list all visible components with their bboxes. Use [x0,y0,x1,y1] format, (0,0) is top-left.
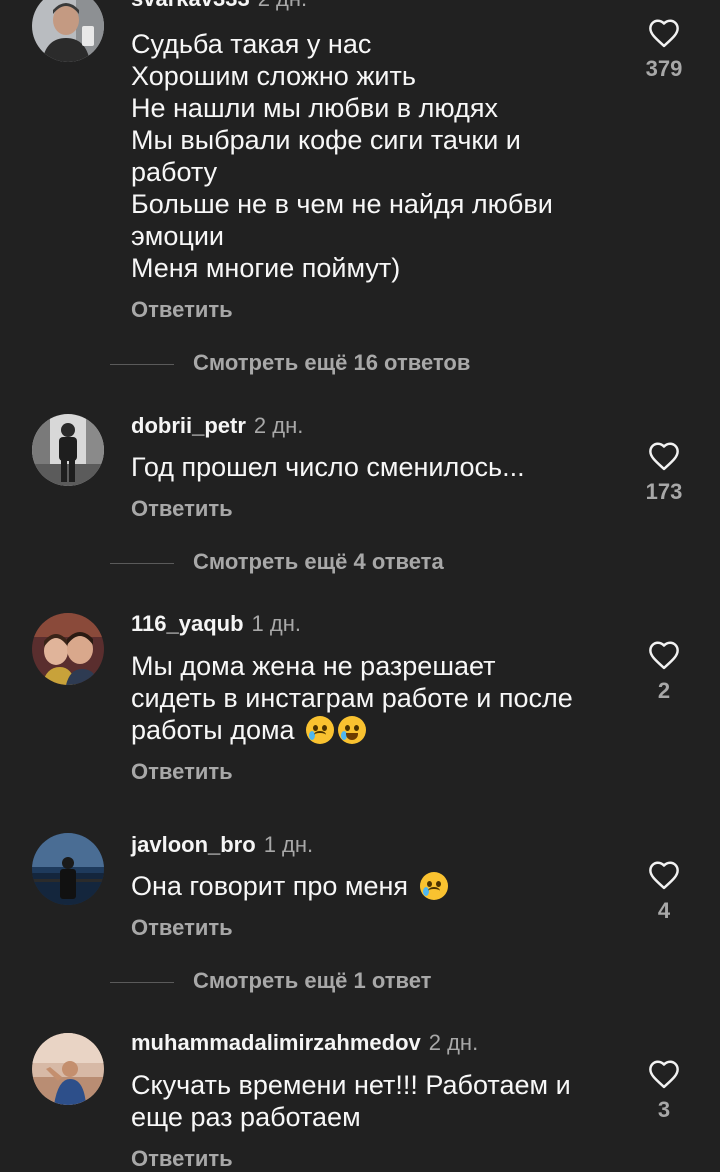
crying-face-emoji [306,716,335,744]
comment-text: Год прошел число сменилось... [131,452,525,482]
like-button[interactable]: 173 [628,441,700,505]
like-count: 4 [657,898,671,923]
avatar[interactable] [32,0,104,62]
comment-meta: dobrii_petr 2 дн. [131,413,303,439]
avatar[interactable] [32,833,104,905]
username[interactable]: javloon_bro [131,832,256,857]
comment-meta: javloon_bro 1 дн. [131,832,313,858]
reply-button[interactable]: Ответить [131,496,233,522]
username[interactable]: svarkav333 [131,0,250,11]
like-button[interactable]: 379 [628,18,700,82]
comment-text: Скучать времени нет!!! Работаем и еще ра… [131,1070,571,1132]
view-more-replies[interactable]: Смотреть ещё 1 ответ [110,968,590,996]
like-count: 2 [657,678,671,703]
heart-outline-icon [649,1060,679,1089]
comment-text: Она говорит про меня [131,870,611,902]
divider-line [110,982,174,983]
reply-button[interactable]: Ответить [131,915,233,941]
avatar-photo [32,1033,104,1105]
comment-text: Мы дома жена не разрешает сидеть в инста… [131,651,573,745]
like-button[interactable]: 2 [628,640,700,704]
username[interactable]: 116_yaqub [131,611,244,636]
timestamp: 1 дн. [251,611,301,636]
reply-button[interactable]: Ответить [131,297,233,323]
timestamp: 1 дн. [263,832,314,857]
avatar-photo [32,0,104,62]
avatar[interactable] [32,1033,104,1105]
view-more-replies[interactable]: Смотреть ещё 16 ответов [110,350,590,378]
reply-button[interactable]: Ответить [131,1146,233,1172]
comment-meta: muhammadalimirzahmedov 2 дн. [131,1030,478,1056]
like-count: 379 [645,56,683,81]
comment-meta: svarkav333 2 дн. [131,0,307,12]
like-button[interactable]: 3 [628,1059,700,1123]
heart-outline-icon [649,861,679,890]
view-more-replies[interactable]: Смотреть ещё 4 ответа [110,549,590,577]
heart-outline-icon [649,641,679,670]
comment-meta: 116_yaqub 1 дн. [131,611,301,637]
timestamp: 2 дн. [428,1030,479,1055]
avatar-photo [32,414,104,486]
avatar-photo [32,613,104,685]
divider-line [110,563,174,564]
crying-face-emoji [419,872,448,900]
avatar-photo [32,833,104,905]
like-count: 173 [645,479,683,504]
timestamp: 2 дн. [253,413,304,438]
reply-button[interactable]: Ответить [131,759,233,785]
username[interactable]: dobrii_petr [131,413,246,438]
heart-outline-icon [649,442,679,471]
comment-text: Судьба такая у нас Хорошим сложно жить Н… [131,29,553,283]
avatar[interactable] [32,414,104,486]
like-count: 3 [657,1097,671,1122]
tears-of-joy-emoji [338,716,367,744]
heart-outline-icon [649,19,679,48]
timestamp: 2 дн. [258,0,307,11]
divider-line [110,364,174,365]
avatar[interactable] [32,613,104,685]
username[interactable]: muhammadalimirzahmedov [131,1030,421,1055]
like-button[interactable]: 4 [628,860,700,924]
